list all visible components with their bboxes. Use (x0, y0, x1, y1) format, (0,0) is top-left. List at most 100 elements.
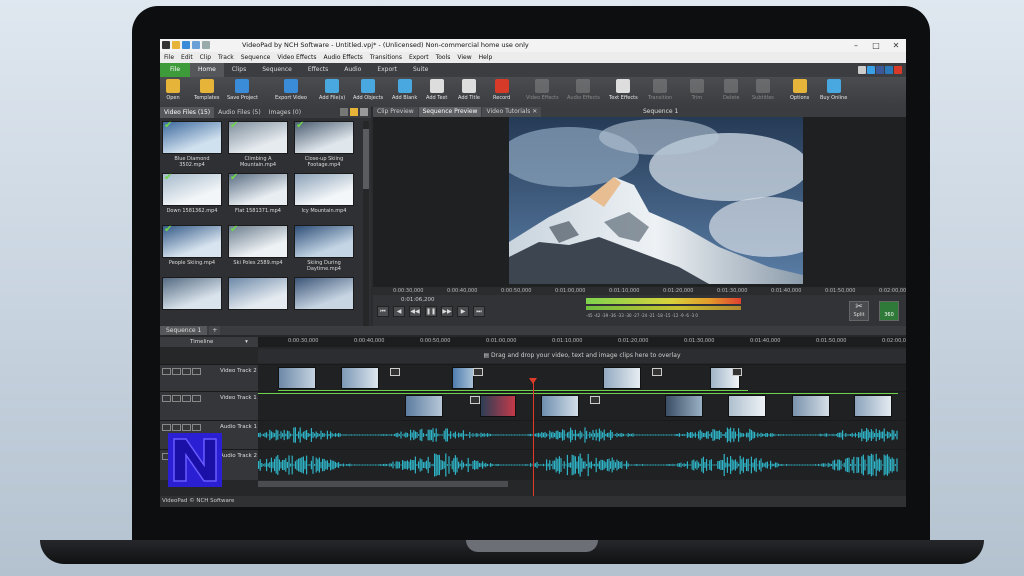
video-clip[interactable] (603, 367, 641, 389)
media-thumbnail[interactable]: Skiing During Daytime.mp4 (294, 225, 354, 272)
media-thumbnail[interactable]: ✔ Blue Diamond 3502.mp4 (162, 121, 222, 168)
media-thumbnail[interactable]: ✔ Climbing A Mountain.mp4 (228, 121, 288, 168)
tab-clips[interactable]: Clips (224, 63, 254, 77)
video-clip[interactable] (665, 395, 703, 417)
templates-button[interactable]: Templates (194, 79, 219, 101)
timeline-label[interactable]: Timeline ▾ (160, 337, 258, 347)
visibility-icon[interactable] (172, 395, 181, 402)
step-back-icon[interactable]: ◀ (393, 306, 405, 317)
folder-icon[interactable] (350, 108, 358, 116)
maximize-icon[interactable]: □ (866, 39, 886, 52)
preview-ruler[interactable]: 0:00:30,000 0:00:40,000 0:00:50,000 0:01:00… (373, 287, 906, 295)
menu-icon[interactable] (360, 108, 368, 116)
tab-audio-files[interactable]: Audio Files (5) (214, 107, 265, 118)
save-project-button[interactable]: Save Project (227, 79, 258, 101)
save-icon[interactable] (182, 41, 190, 49)
tab-images[interactable]: Images (0) (265, 107, 305, 118)
360-button[interactable]: 360 (879, 301, 899, 321)
fx-icon[interactable] (192, 368, 201, 375)
go-start-icon[interactable]: ⏮ (377, 306, 389, 317)
audio-waveform[interactable] (258, 422, 906, 448)
close-tab-icon[interactable]: ✕ (532, 108, 537, 115)
tab-sequence[interactable]: Sequence (254, 63, 300, 77)
linkedin-icon[interactable] (885, 66, 893, 74)
add-objects-button[interactable]: Add Objects (353, 79, 383, 101)
minimize-icon[interactable]: – (846, 39, 866, 52)
mute-icon[interactable] (162, 395, 171, 402)
solo-icon[interactable] (172, 424, 181, 431)
fast-forward-icon[interactable]: ▶▶ (441, 306, 453, 317)
delete-button[interactable]: Delete (723, 79, 739, 101)
menu-tools[interactable]: Tools (436, 52, 451, 63)
visibility-icon[interactable] (172, 368, 181, 375)
rewind-icon[interactable]: ◀◀ (409, 306, 421, 317)
timeline-ruler[interactable]: Timeline ▾ 0:00:30,000 0:00:40,000 0:00:50… (160, 337, 906, 347)
share-icon[interactable] (858, 66, 866, 74)
transition-icon[interactable] (390, 368, 400, 376)
tab-effects[interactable]: Effects (300, 63, 336, 77)
tab-video-files[interactable]: Video Files (15) (160, 107, 215, 118)
tab-audio[interactable]: Audio (336, 63, 369, 77)
add-title-button[interactable]: Add Title (458, 79, 480, 101)
text-effects-button[interactable]: Text Effects (609, 79, 638, 101)
video-clip[interactable] (341, 367, 379, 389)
close-icon[interactable]: ✕ (886, 39, 906, 52)
redo-icon[interactable] (202, 41, 210, 49)
menu-transitions[interactable]: Transitions (370, 52, 402, 63)
menu-audio-effects[interactable]: Audio Effects (323, 52, 362, 63)
tab-sequence-1[interactable]: Sequence 1 (160, 326, 208, 335)
facebook-icon[interactable] (876, 66, 884, 74)
mute-icon[interactable] (162, 368, 171, 375)
audio-waveform[interactable] (258, 452, 906, 478)
menu-video-effects[interactable]: Video Effects (277, 52, 316, 63)
lock-icon[interactable] (182, 424, 191, 431)
transition-icon[interactable] (590, 396, 600, 404)
media-thumbnail[interactable]: Icy Mountain.mp4 (294, 173, 354, 214)
video-clip[interactable] (278, 367, 316, 389)
tab-video-tutorials[interactable]: Video Tutorials ✕ (482, 107, 542, 117)
new-icon[interactable] (172, 41, 180, 49)
media-thumbnail[interactable] (162, 277, 222, 312)
media-thumbnail[interactable]: ✔ People Skiing.mp4 (162, 225, 222, 266)
menu-view[interactable]: View (457, 52, 471, 63)
video-clip[interactable] (452, 367, 474, 389)
go-end-icon[interactable]: ⏭ (473, 306, 485, 317)
lock-icon[interactable] (182, 368, 191, 375)
transition-button[interactable]: Transition (648, 79, 672, 101)
timeline-scrollbar[interactable] (258, 481, 508, 487)
menu-file[interactable]: File (164, 52, 174, 63)
transition-icon[interactable] (732, 368, 742, 376)
list-view-icon[interactable] (340, 108, 348, 116)
tab-file[interactable]: File (160, 63, 191, 77)
media-thumbnail[interactable]: ✔ Flat 1581371.mp4 (228, 173, 288, 214)
media-thumbnail[interactable]: ✔ Down 1581362.mp4 (162, 173, 222, 214)
playhead[interactable] (533, 379, 534, 507)
mute-icon[interactable] (162, 424, 171, 431)
open-button[interactable]: Open (166, 79, 180, 101)
twitter-icon[interactable] (867, 66, 875, 74)
add-blank-button[interactable]: Add Blank (392, 79, 417, 101)
media-thumbnail[interactable]: ✔ Close-up Skiing Footage.mp4 (294, 121, 354, 168)
add-files-button[interactable]: Add File(s) (319, 79, 345, 101)
playhead-marker[interactable] (529, 378, 537, 384)
media-thumbnail[interactable] (228, 277, 288, 312)
transition-icon[interactable] (473, 368, 483, 376)
media-thumbnail[interactable] (294, 277, 354, 312)
transition-icon[interactable] (652, 368, 662, 376)
youtube-icon[interactable] (894, 66, 902, 74)
fx-icon[interactable] (192, 424, 201, 431)
add-sequence-button[interactable]: + (209, 326, 221, 335)
video-effects-button[interactable]: Video Effects (526, 79, 559, 101)
video-clip[interactable] (541, 395, 579, 417)
video-clip[interactable] (480, 395, 516, 417)
options-button[interactable]: Options (790, 79, 809, 101)
fx-icon[interactable] (192, 395, 201, 402)
menu-track[interactable]: Track (218, 52, 234, 63)
media-scrollbar[interactable] (363, 121, 369, 326)
transition-icon[interactable] (470, 396, 480, 404)
video-clip[interactable] (792, 395, 830, 417)
tab-suite[interactable]: Suite (405, 63, 436, 77)
audio-effects-button[interactable]: Audio Effects (567, 79, 600, 101)
step-forward-icon[interactable]: ▶ (457, 306, 469, 317)
menu-export[interactable]: Export (409, 52, 429, 63)
